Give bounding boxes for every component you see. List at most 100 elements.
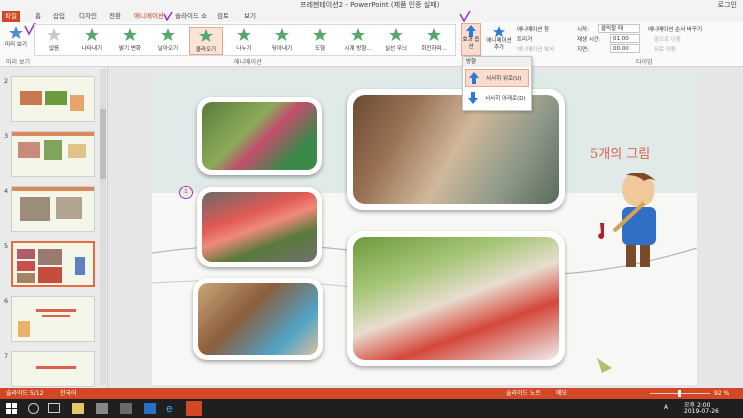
arrow-up-icon bbox=[469, 72, 479, 84]
animation-appear[interactable]: 나타내기 bbox=[75, 27, 109, 55]
duration-value: 01.00 bbox=[613, 36, 629, 42]
star-icon bbox=[389, 28, 403, 41]
star-icon bbox=[199, 29, 213, 42]
animation-order-number: 1 bbox=[183, 187, 189, 197]
tab-insert[interactable]: 삽입 bbox=[50, 11, 68, 22]
start-label: 시작: bbox=[577, 27, 589, 33]
animation-wheel[interactable]: 시계 방향... bbox=[341, 27, 375, 55]
tab-transitions[interactable]: 전환 bbox=[106, 11, 124, 22]
slide-thumbnail[interactable] bbox=[11, 186, 95, 232]
thumb-number: 7 bbox=[4, 352, 9, 360]
effect-options-button[interactable]: 효과 옵션 bbox=[461, 23, 481, 56]
tab-design[interactable]: 디자인 bbox=[76, 11, 100, 22]
app-icon[interactable] bbox=[120, 403, 132, 414]
star-icon bbox=[351, 28, 365, 41]
app-icon[interactable] bbox=[96, 403, 108, 414]
slide-thumbnail-panel: 2 3 4 5 6 7 bbox=[0, 67, 108, 388]
animation-random-bars[interactable]: 실선 무늬 bbox=[379, 27, 413, 55]
tab-view[interactable]: 보기 bbox=[241, 11, 259, 22]
search-icon[interactable] bbox=[28, 403, 39, 414]
delay-input[interactable]: 00.00 bbox=[610, 44, 640, 53]
window-title: 프레젠테이션2 - PowerPoint (제품 인증 실패) bbox=[300, 1, 440, 9]
animation-pane-button[interactable]: 애니메이션 창 bbox=[517, 25, 549, 33]
ribbon: 미리 보기 미리 보기 없음 나타내기 밝기 변화 날아오기 올라오기 나누기 bbox=[0, 10, 743, 67]
float-down-option[interactable]: 서서히 아래로(D) bbox=[465, 90, 529, 108]
taskbar: e A 오후 2:00 2019-07-26 bbox=[0, 399, 743, 418]
photo-toddler-hammock[interactable] bbox=[347, 231, 565, 366]
add-animation-label: 애니메이션 추가 bbox=[486, 38, 512, 51]
tab-home[interactable]: 홈 bbox=[32, 11, 44, 22]
file-explorer-icon[interactable] bbox=[72, 403, 84, 414]
thumbnail-scrollbar[interactable] bbox=[100, 69, 106, 385]
zoom-level[interactable]: 92 % bbox=[714, 388, 729, 399]
slide-thumbnail-selected[interactable] bbox=[11, 241, 95, 287]
start-select-value: 클릭할 때 bbox=[601, 26, 623, 32]
duration-label: 재생 시간: bbox=[577, 37, 601, 43]
tab-review[interactable]: 검토 bbox=[214, 11, 232, 22]
slide-thumbnail[interactable] bbox=[11, 76, 95, 122]
notes-button[interactable]: 슬라이드 노트 bbox=[506, 388, 541, 399]
login-link[interactable]: 로그인 bbox=[718, 0, 737, 10]
photo-blueberries[interactable] bbox=[347, 89, 565, 210]
effect-options-label: 효과 옵션 bbox=[462, 37, 480, 50]
move-earlier-button[interactable]: 앞으로 이동 bbox=[654, 35, 681, 43]
slide-canvas[interactable]: 5개의 그림 1 bbox=[152, 73, 697, 385]
star-outline-icon bbox=[47, 28, 61, 41]
animation-split-label: 나누기 bbox=[236, 46, 252, 52]
language-indicator[interactable]: 한국어 bbox=[60, 388, 77, 399]
zoom-slider[interactable] bbox=[650, 390, 710, 397]
animation-fade[interactable]: 밝기 변화 bbox=[113, 27, 147, 55]
move-later-button[interactable]: 뒤로 이동 bbox=[654, 45, 676, 53]
photo-laughing-girl[interactable] bbox=[193, 278, 323, 360]
ribbon-tabs: 파일 홈 삽입 디자인 전환 애니메이션 슬라이드 쇼 검토 보기 bbox=[0, 10, 743, 22]
reorder-label: 애니메이션 순서 바꾸기 bbox=[648, 27, 703, 33]
animation-wheel-label: 시계 방향... bbox=[344, 46, 372, 52]
animation-painter-button[interactable]: 애니메이션 복사 bbox=[517, 45, 554, 53]
comments-button[interactable]: 메모 bbox=[556, 388, 567, 399]
animation-appear-label: 나타내기 bbox=[81, 46, 103, 52]
tab-file[interactable]: 파일 bbox=[2, 11, 20, 22]
star-icon bbox=[123, 28, 137, 41]
add-animation-button[interactable]: 애니메이션 추가 bbox=[484, 24, 514, 56]
preview-label: 미리 보기 bbox=[5, 42, 27, 48]
photo-watermelon[interactable] bbox=[197, 187, 322, 267]
animation-grow-turn-label: 회전하며... bbox=[421, 46, 447, 52]
animation-float-in[interactable]: 올라오기 bbox=[189, 27, 223, 55]
slide-thumbnail[interactable] bbox=[11, 296, 95, 342]
ime-indicator[interactable]: A bbox=[664, 404, 668, 411]
clock-date[interactable]: 2019-07-26 bbox=[684, 408, 719, 415]
start-select[interactable]: 클릭할 때 bbox=[598, 24, 640, 33]
animation-wipe-label: 닦아내기 bbox=[271, 46, 293, 52]
duration-input[interactable]: 01.00 bbox=[610, 34, 640, 43]
direction-header: 방향 bbox=[463, 57, 531, 67]
star-icon bbox=[237, 28, 251, 41]
slide-thumbnail[interactable] bbox=[11, 351, 95, 387]
powerpoint-taskbar-icon[interactable] bbox=[186, 401, 202, 416]
tab-animations[interactable]: 애니메이션 bbox=[131, 11, 167, 22]
animation-fly-in[interactable]: 날아오기 bbox=[151, 27, 185, 55]
animation-grow-turn[interactable]: 회전하며... bbox=[417, 27, 451, 55]
animation-wipe[interactable]: 닦아내기 bbox=[265, 27, 299, 55]
slide-thumbnail[interactable] bbox=[11, 131, 95, 177]
edge-browser-icon[interactable]: e bbox=[166, 403, 178, 414]
animation-random-bars-label: 실선 무늬 bbox=[385, 46, 407, 52]
slide-title[interactable]: 5개의 그림 bbox=[590, 143, 650, 162]
animation-shape[interactable]: 도형 bbox=[303, 27, 337, 55]
star-icon bbox=[427, 28, 441, 41]
star-icon bbox=[313, 28, 327, 41]
animation-order-marker[interactable]: 1 bbox=[179, 186, 193, 199]
task-view-icon[interactable] bbox=[48, 403, 60, 413]
slide-counter: 슬라이드 5/12 bbox=[6, 390, 44, 397]
mail-icon[interactable] bbox=[144, 403, 156, 414]
trigger-button[interactable]: 트리거 bbox=[517, 35, 532, 43]
animation-split[interactable]: 나누기 bbox=[227, 27, 261, 55]
float-up-option[interactable]: 서서히 위로(U) bbox=[465, 69, 529, 87]
animation-group-label: 애니메이션 bbox=[234, 59, 262, 66]
animation-none[interactable]: 없음 bbox=[37, 27, 71, 55]
arrow-up-icon bbox=[466, 25, 476, 37]
animation-shape-label: 도형 bbox=[314, 46, 326, 52]
windows-start-icon[interactable] bbox=[6, 403, 17, 414]
animation-fade-label: 밝기 변화 bbox=[119, 46, 141, 52]
tab-slideshow[interactable]: 슬라이드 쇼 bbox=[172, 11, 210, 22]
photo-kids-running[interactable] bbox=[197, 97, 322, 175]
